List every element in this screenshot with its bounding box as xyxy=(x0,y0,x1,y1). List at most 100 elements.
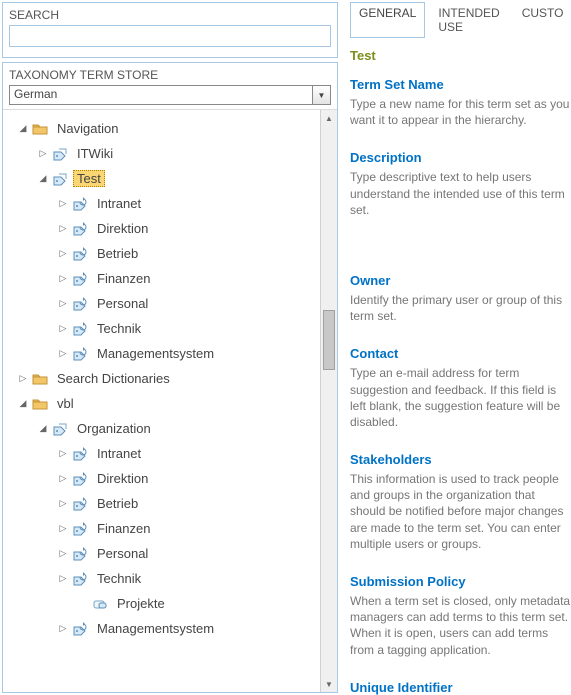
tree-label[interactable]: Intranet xyxy=(93,195,145,212)
expand-icon[interactable]: ▷ xyxy=(57,473,69,484)
expand-icon[interactable]: ▷ xyxy=(57,448,69,459)
tree-node-itwiki[interactable]: ▷ ITWiki xyxy=(9,141,335,166)
tree-label[interactable]: Projekte xyxy=(113,595,169,612)
tree-node-projekte[interactable]: Projekte xyxy=(9,591,335,616)
field-label: Term Set Name xyxy=(350,77,571,92)
tree-label[interactable]: Betrieb xyxy=(93,245,142,262)
reuse-term-icon xyxy=(71,246,89,262)
tagcloud-icon xyxy=(91,596,109,612)
expand-icon[interactable]: ▷ xyxy=(57,523,69,534)
tree-label[interactable]: Organization xyxy=(73,420,155,437)
language-selected[interactable]: German xyxy=(9,85,313,105)
field-desc: Type descriptive text to help users unde… xyxy=(350,169,571,218)
tree-node-navigation[interactable]: ◢ Navigation xyxy=(9,116,335,141)
tree-node-betrieb[interactable]: ▷ Betrieb xyxy=(9,241,335,266)
tree-node-direktion[interactable]: ▷ Direktion xyxy=(9,216,335,241)
tree-node-direktion2[interactable]: ▷ Direktion xyxy=(9,466,335,491)
tree-scrollbar[interactable]: ▲ ▼ xyxy=(320,110,337,692)
tree-node-intranet2[interactable]: ▷ Intranet xyxy=(9,441,335,466)
field-desc: Identify the primary user or group of th… xyxy=(350,292,571,324)
tree-label[interactable]: Personal xyxy=(93,295,152,312)
tree-node-intranet[interactable]: ▷ Intranet xyxy=(9,191,335,216)
field-submission-policy: Submission Policy When a term set is clo… xyxy=(350,574,571,658)
tab-custom[interactable]: CUSTO xyxy=(513,2,571,38)
reuse-term-icon xyxy=(71,196,89,212)
tree-node-search-dictionaries[interactable]: ▷ Search Dictionaries xyxy=(9,366,335,391)
field-desc: When a term set is closed, only metadata… xyxy=(350,593,571,658)
tree-node-managementsystem2[interactable]: ▷ Managementsystem xyxy=(9,616,335,641)
tree-node-test[interactable]: ◢ Test xyxy=(9,166,335,191)
tree-label[interactable]: Managementsystem xyxy=(93,620,218,637)
taxonomy-header: TAXONOMY TERM STORE xyxy=(3,63,337,85)
expand-icon[interactable]: ▷ xyxy=(57,323,69,334)
tree-label[interactable]: Search Dictionaries xyxy=(53,370,174,387)
reuse-term-icon xyxy=(71,446,89,462)
tree-label[interactable]: Technik xyxy=(93,570,145,587)
reuse-term-icon xyxy=(71,546,89,562)
expand-icon[interactable]: ▷ xyxy=(57,298,69,309)
expand-icon[interactable]: ▷ xyxy=(57,348,69,359)
tree-node-technik2[interactable]: ▷ Technik xyxy=(9,566,335,591)
scroll-thumb[interactable] xyxy=(323,310,335,370)
collapse-icon[interactable]: ◢ xyxy=(17,123,29,134)
expand-icon[interactable]: ▷ xyxy=(57,498,69,509)
tree-label[interactable]: Finanzen xyxy=(93,270,154,287)
expand-icon[interactable]: ▷ xyxy=(57,573,69,584)
field-desc: Type a new name for this term set as you… xyxy=(350,96,571,128)
tree-label[interactable]: Personal xyxy=(93,545,152,562)
expand-icon[interactable]: ▷ xyxy=(57,248,69,259)
expand-icon[interactable]: ▷ xyxy=(17,373,29,384)
search-section: SEARCH xyxy=(2,2,338,58)
tree-label[interactable]: Navigation xyxy=(53,120,122,137)
tab-intended-use[interactable]: INTENDED USE xyxy=(429,2,508,38)
page-title: Test xyxy=(350,48,571,63)
tree-label-selected[interactable]: Test xyxy=(73,170,105,187)
tree-label[interactable]: Direktion xyxy=(93,220,152,237)
reuse-term-icon xyxy=(71,221,89,237)
tree-label[interactable]: Technik xyxy=(93,320,145,337)
dropdown-arrow-icon[interactable]: ▼ xyxy=(313,85,331,105)
tree-node-organization[interactable]: ◢ Organization xyxy=(9,416,335,441)
tree-label[interactable]: vbl xyxy=(53,395,78,412)
expand-icon[interactable]: ▷ xyxy=(57,623,69,634)
language-dropdown[interactable]: German ▼ xyxy=(9,85,331,105)
tree-node-personal[interactable]: ▷ Personal xyxy=(9,291,335,316)
collapse-icon[interactable]: ◢ xyxy=(37,423,49,434)
tree-node-finanzen[interactable]: ▷ Finanzen xyxy=(9,266,335,291)
collapse-icon[interactable]: ◢ xyxy=(37,173,49,184)
scroll-down-icon[interactable]: ▼ xyxy=(321,676,337,692)
reuse-term-icon xyxy=(71,471,89,487)
tree-node-technik[interactable]: ▷ Technik xyxy=(9,316,335,341)
expand-icon[interactable]: ▷ xyxy=(57,223,69,234)
right-panel: GENERAL INTENDED USE CUSTO Test Term Set… xyxy=(340,0,571,695)
tree-node-finanzen2[interactable]: ▷ Finanzen xyxy=(9,516,335,541)
tree-label[interactable]: Finanzen xyxy=(93,520,154,537)
tree-node-vbl[interactable]: ◢ vbl xyxy=(9,391,335,416)
field-desc: This information is used to track people… xyxy=(350,471,571,552)
field-label: Owner xyxy=(350,273,571,288)
tree-node-personal2[interactable]: ▷ Personal xyxy=(9,541,335,566)
reuse-term-icon xyxy=(71,346,89,362)
tree-label[interactable]: Managementsystem xyxy=(93,345,218,362)
tree-node-betrieb2[interactable]: ▷ Betrieb xyxy=(9,491,335,516)
expand-icon[interactable]: ▷ xyxy=(57,198,69,209)
field-contact: Contact Type an e-mail address for term … xyxy=(350,346,571,430)
expand-icon[interactable]: ▷ xyxy=(57,273,69,284)
tree-label[interactable]: Intranet xyxy=(93,445,145,462)
search-input[interactable] xyxy=(9,25,331,47)
tab-general[interactable]: GENERAL xyxy=(350,2,425,38)
field-unique-identifier: Unique Identifier xyxy=(350,680,571,695)
scroll-up-icon[interactable]: ▲ xyxy=(321,110,337,126)
field-label: Contact xyxy=(350,346,571,361)
field-label: Stakeholders xyxy=(350,452,571,467)
tree-label[interactable]: Betrieb xyxy=(93,495,142,512)
tree-label[interactable]: ITWiki xyxy=(73,145,117,162)
expand-icon[interactable]: ▷ xyxy=(57,548,69,559)
tree-label[interactable]: Direktion xyxy=(93,470,152,487)
folder-icon xyxy=(31,396,49,412)
collapse-icon[interactable]: ◢ xyxy=(17,398,29,409)
search-label: SEARCH xyxy=(9,8,331,22)
spacer xyxy=(77,599,89,609)
tree-node-managementsystem[interactable]: ▷ Managementsystem xyxy=(9,341,335,366)
expand-icon[interactable]: ▷ xyxy=(37,148,49,159)
